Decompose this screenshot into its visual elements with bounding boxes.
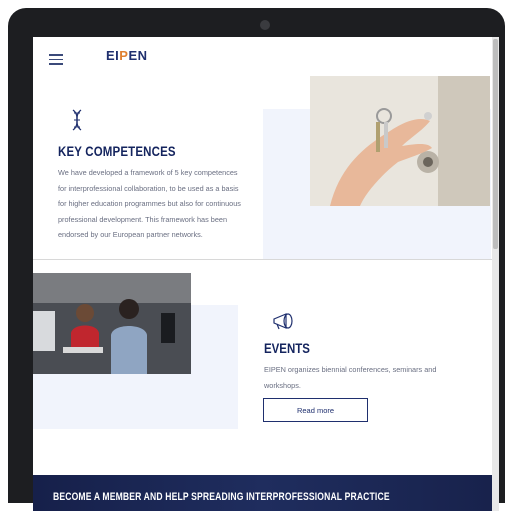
membership-banner-text: BECOME A MEMBER AND HELP SPREADING INTER… <box>53 491 390 503</box>
events-description: EIPEN organizes biennial conferences, se… <box>264 365 437 390</box>
device-frame: EIPEN KEY COMPETENCES We have developed … <box>8 8 505 511</box>
key-competences-description: We have developed a framework of 5 key c… <box>58 168 241 239</box>
events-heading: EVENTS <box>264 341 310 356</box>
scrollbar-thumb[interactable] <box>493 39 498 249</box>
logo[interactable]: EIPEN <box>106 48 148 63</box>
keys-photo-illustration <box>310 76 490 206</box>
logo-text-end: EN <box>128 48 148 63</box>
key-competences-heading: KEY COMPETENCES <box>58 144 176 159</box>
people-at-computers-photo <box>33 273 191 374</box>
scrollbar-track[interactable] <box>492 37 499 511</box>
camera-dot <box>260 20 270 30</box>
dna-icon <box>72 109 82 131</box>
browser-viewport: EIPEN KEY COMPETENCES We have developed … <box>33 37 499 511</box>
logo-text-start: EI <box>106 48 120 63</box>
hamburger-menu-icon[interactable] <box>49 54 63 65</box>
read-more-button[interactable]: Read more <box>263 398 368 422</box>
megaphone-icon <box>273 313 293 330</box>
membership-banner[interactable]: BECOME A MEMBER AND HELP SPREADING INTER… <box>33 475 492 511</box>
section-divider <box>33 259 499 260</box>
people-photo-illustration <box>33 273 191 374</box>
hand-holding-keys-photo <box>310 76 490 206</box>
